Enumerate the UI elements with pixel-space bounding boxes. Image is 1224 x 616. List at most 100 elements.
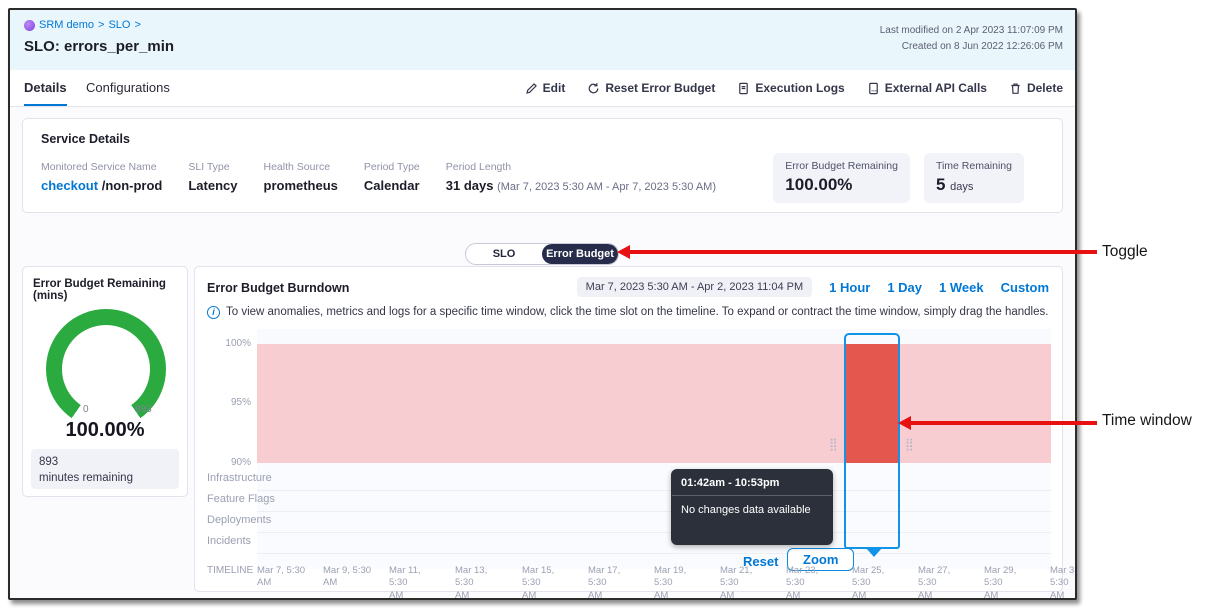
row-divider (257, 532, 1051, 533)
row-deployments: Deployments (207, 514, 271, 526)
breadcrumb-separator: > (134, 19, 140, 31)
execution-logs-button[interactable]: Execution Logs (737, 81, 844, 95)
timeline-tick: Mar 27, 5:30AM (918, 565, 968, 600)
toggle-option-error-budget[interactable]: Error Budget (542, 244, 618, 264)
gauge-max: 893 (135, 404, 152, 415)
timeline-tick: Mar 17, 5:30AM (588, 565, 638, 600)
field-monitored-service: Monitored Service Name checkout /non-pro… (41, 161, 162, 193)
gauge-title: Error Budget Remaining (mins) (33, 278, 187, 302)
trash-icon (1009, 82, 1022, 95)
annotation-arrowhead-toggle-icon (617, 245, 630, 259)
monitored-service-link[interactable]: checkout (41, 178, 98, 193)
drag-handle-left[interactable]: ⣿ (829, 439, 838, 449)
info-banner: i To view anomalies, metrics and logs fo… (207, 306, 1048, 319)
burndown-title: Error Budget Burndown (207, 281, 349, 295)
range-custom[interactable]: Custom (1001, 280, 1049, 295)
changes-tooltip: 01:42am - 10:53pm No changes data availa… (671, 469, 833, 545)
ytick-100: 100% (199, 338, 251, 349)
info-icon: i (207, 306, 220, 319)
service-detail-fields: Monitored Service Name checkout /non-pro… (41, 161, 716, 193)
row-infrastructure: Infrastructure (207, 472, 272, 484)
minutes-remaining-label: minutes remaining (39, 470, 171, 486)
minutes-remaining-box: 893 minutes remaining (31, 449, 179, 489)
breadcrumb-section[interactable]: SLO (108, 19, 130, 31)
timeline-tick: Mar 25, 5:30AM (852, 565, 902, 600)
field-sli-type: SLI Type Latency (188, 161, 237, 193)
api-document-icon (867, 82, 880, 95)
breadcrumb[interactable]: SRM demo > SLO > (24, 19, 141, 31)
tab-configurations[interactable]: Configurations (86, 70, 170, 106)
annotation-toggle-label: Toggle (1102, 243, 1148, 261)
reset-error-budget-button[interactable]: Reset Error Budget (587, 81, 715, 95)
time-window[interactable] (844, 333, 900, 549)
annotation-time-window-label: Time window (1102, 412, 1192, 430)
drag-handle-right[interactable]: ⣿ (905, 439, 914, 449)
pencil-icon (525, 82, 538, 95)
minutes-remaining-value: 893 (39, 454, 171, 470)
service-details-heading: Service Details (41, 132, 130, 146)
error-budget-band[interactable] (257, 344, 1051, 463)
reset-icon (587, 82, 600, 95)
date-range-chip[interactable]: Mar 7, 2023 5:30 AM - Apr 2, 2023 11:04 … (577, 277, 812, 297)
time-remaining-chip: Time Remaining 5 days (924, 153, 1024, 203)
delete-button[interactable]: Delete (1009, 81, 1063, 95)
breadcrumb-app[interactable]: SRM demo (39, 19, 94, 31)
info-text: To view anomalies, metrics and logs for … (226, 306, 1048, 318)
range-1-week[interactable]: 1 Week (939, 280, 984, 295)
timeline-tick: Mar 21, 5:30AM (720, 565, 770, 600)
page-title: SLO: errors_per_min (24, 38, 174, 55)
chart-top-strip (257, 329, 1051, 344)
service-details-card: Service Details Monitored Service Name c… (22, 118, 1063, 213)
toolbar: Edit Reset Error Budget Execution Logs E… (525, 70, 1063, 106)
summary-chips: Error Budget Remaining 100.00% Time Rema… (773, 153, 1024, 203)
range-1-hour[interactable]: 1 Hour (829, 280, 870, 295)
tab-details[interactable]: Details (24, 70, 67, 106)
content-area: Service Details Monitored Service Name c… (10, 107, 1075, 598)
timeline-tick: Mar 13, 5:30AM (455, 565, 505, 600)
tab-bar: Details Configurations Edit Reset Error … (10, 70, 1075, 107)
ytick-95: 95% (199, 397, 251, 408)
timeline-tick: Mar 7, 5:30AM (257, 565, 307, 590)
range-1-day[interactable]: 1 Day (887, 280, 922, 295)
breadcrumb-separator: > (98, 19, 104, 31)
annotation-arrow-toggle (630, 250, 1097, 254)
app-window: SRM demo > SLO > SLO: errors_per_min Las… (8, 8, 1077, 600)
timeline-tick: Mar 23, 5:30AM (786, 565, 836, 600)
page-header: SRM demo > SLO > SLO: errors_per_min Las… (10, 10, 1075, 70)
row-divider (257, 490, 1051, 491)
created-on: Created on 8 Jun 2022 12:26:06 PM (880, 39, 1063, 55)
tooltip-time-range: 01:42am - 10:53pm (671, 469, 833, 495)
tooltip-body: No changes data available (671, 496, 833, 524)
field-period-length: Period Length 31 days (Mar 7, 2023 5:30 … (446, 161, 716, 193)
error-budget-burndown-card: Error Budget Burndown Mar 7, 2023 5:30 A… (194, 266, 1063, 592)
row-divider (257, 553, 1051, 554)
external-api-calls-button[interactable]: External API Calls (867, 81, 987, 95)
timeline-tick: Mar 11, 5:30AM (389, 565, 439, 600)
time-window-selection-fill (846, 344, 898, 463)
row-feature-flags: Feature Flags (207, 493, 275, 505)
timeline-tick: Mar 19, 5:30AM (654, 565, 704, 600)
field-health-source: Health Source prometheus (264, 161, 338, 193)
screenshot-canvas: SRM demo > SLO > SLO: errors_per_min Las… (0, 0, 1224, 616)
timestamps: Last modified on 2 Apr 2023 11:07:09 PM … (880, 23, 1063, 55)
field-period-type: Period Type Calendar (364, 161, 420, 193)
slo-error-budget-toggle[interactable]: SLO Error Budget (465, 243, 619, 265)
row-incidents: Incidents (207, 535, 251, 547)
timeline-tick: Mar 31, 5:30AM (1050, 565, 1077, 600)
edit-button[interactable]: Edit (525, 81, 566, 95)
time-window-pointer-icon (866, 548, 882, 557)
annotation-arrow-time-window (911, 421, 1097, 425)
timeline-label: TIMELINE (207, 565, 253, 576)
gauge-hole (62, 325, 150, 413)
toggle-option-slo[interactable]: SLO (466, 244, 542, 264)
error-budget-remaining-chip: Error Budget Remaining 100.00% (773, 153, 910, 203)
harness-logo-icon (24, 20, 35, 31)
error-budget-gauge-card: Error Budget Remaining (mins) 0 893 100.… (22, 266, 188, 497)
timeline-tick: Mar 15, 5:30AM (522, 565, 572, 600)
document-icon (737, 82, 750, 95)
timeline-tick: Mar 9, 5:30AM (323, 565, 373, 590)
gauge-min: 0 (83, 404, 89, 415)
timeline-tick: Mar 29, 5:30AM (984, 565, 1034, 600)
row-divider (257, 511, 1051, 512)
annotation-arrowhead-time-window-icon (898, 416, 911, 430)
